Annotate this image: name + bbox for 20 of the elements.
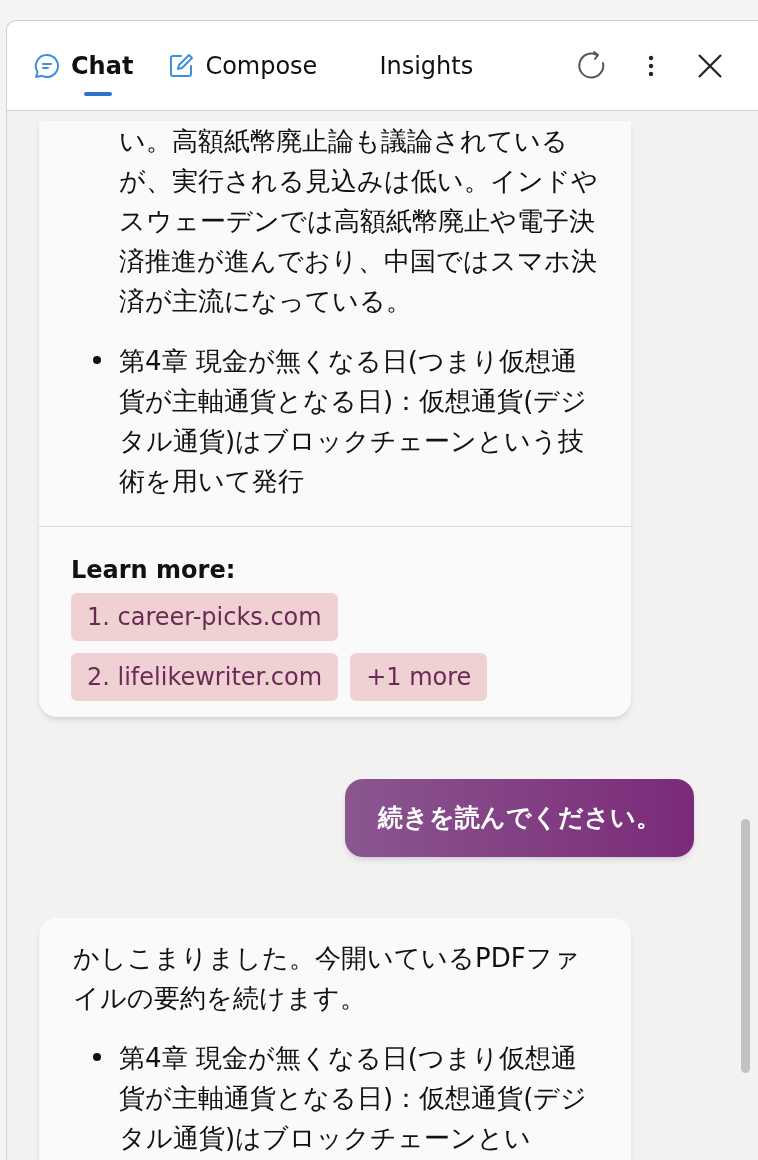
more-options-icon bbox=[648, 54, 654, 77]
chat-bubble-icon bbox=[33, 51, 61, 80]
close-icon bbox=[697, 52, 723, 79]
tab[interactable]: Chat bbox=[31, 35, 136, 96]
tab[interactable]: Compose bbox=[165, 35, 320, 96]
list-item-text: 第4章 現金が無くなる日(つまり仮想通貨が主軸通貨となる日)：仮想通貨(デジタル通貨)はブロックチェーンとい bbox=[119, 1042, 589, 1155]
list-item-text: 第4章 現金が無くなる日(つまり仮想通貨が主軸通貨となる日)：仮想通貨(デジタル通貨)はブロックチェーンという技術を用いて発行 bbox=[119, 345, 589, 498]
learn-more-label: Learn more: bbox=[71, 555, 237, 585]
user-message-bubble: 続きを読んでください。 bbox=[345, 779, 694, 857]
selected-tab-indicator bbox=[84, 91, 112, 96]
compose-icon bbox=[167, 51, 196, 80]
bullet-icon bbox=[93, 356, 101, 364]
source-link-chip[interactable]: +1 more bbox=[350, 653, 488, 701]
source-link-chip[interactable]: 1. career-picks.com bbox=[71, 593, 338, 641]
message-text: かしこまりました。今開いているPDFファイルの要約を続けます。 bbox=[73, 942, 581, 1015]
list-item-text: い。高額紙幣廃止論も議論されているが、実行される見込みは低い。インドやスウェーデンでは高額紙幣廃止や電子決済推進が進んでおり、中国ではスマホ決済が主流になっている。 bbox=[119, 125, 599, 318]
source-link-chip[interactable]: 2. lifelikewriter.com bbox=[71, 653, 339, 701]
scrollbar-thumb[interactable] bbox=[741, 819, 750, 1073]
tab[interactable]: Insights bbox=[377, 35, 476, 96]
bullet-icon bbox=[93, 1053, 101, 1061]
